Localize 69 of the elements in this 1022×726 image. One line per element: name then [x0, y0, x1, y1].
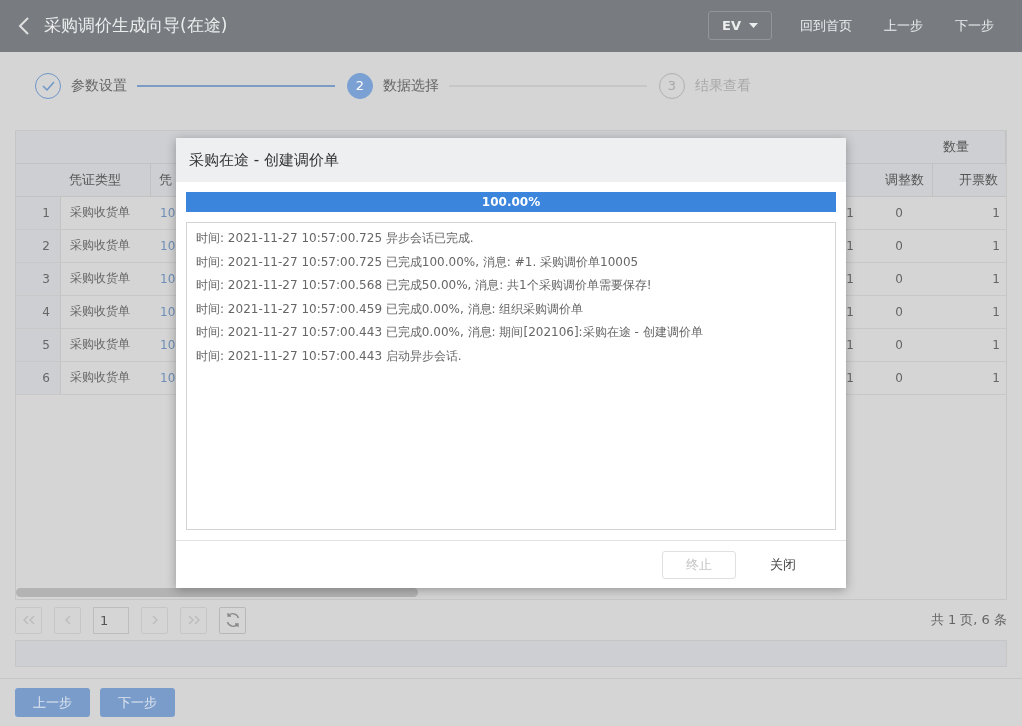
- step-button[interactable]: 下一步: [100, 688, 175, 717]
- row-number: 6: [16, 361, 61, 395]
- table-cell: 0: [855, 361, 933, 395]
- table-cell: 1: [847, 229, 855, 263]
- step-button[interactable]: 上一步: [15, 688, 90, 717]
- table-cell: 0: [855, 229, 933, 263]
- table-cell: 1: [847, 328, 855, 362]
- log-line: 时间: 2021-11-27 10:57:00.568 已完成50.00%, 消息: 共1个采购调价单需要保存!: [196, 277, 653, 294]
- double-chevron-left-icon: [22, 615, 35, 626]
- page-title: 采购调价生成向导(在途): [44, 14, 229, 38]
- chevron-left-icon: [64, 615, 71, 626]
- table-cell: 0: [855, 196, 933, 230]
- table-cell: 0: [855, 262, 933, 296]
- first-page-button[interactable]: [15, 606, 42, 634]
- check-icon: [41, 80, 55, 91]
- log-line: 时间: 2021-11-27 10:57:00.725 已完成100.00%, 消息: #1. 采购调价单10005: [196, 253, 640, 271]
- table-cell: 1: [933, 196, 1006, 230]
- column-header: 开票数: [933, 163, 1006, 197]
- back-icon[interactable]: [18, 15, 30, 36]
- header-link-button[interactable]: 下一步: [939, 16, 1010, 35]
- next-page-button[interactable]: [141, 606, 168, 634]
- table-cell: 采购收货单: [61, 229, 151, 263]
- step-label: 数据选择: [383, 76, 439, 95]
- table-cell: 1: [933, 295, 1006, 329]
- table-cell: 采购收货单: [61, 196, 151, 230]
- chevron-right-icon: [151, 615, 158, 626]
- header-link-button[interactable]: 回到首页: [784, 16, 868, 35]
- log-line: 时间: 2021-11-27 10:57:00.459 已完成0.00%, 消息: 组织采购调价单: [196, 300, 585, 318]
- column-header: 凭: [151, 163, 177, 197]
- log-line: 时间: 2021-11-27 10:57:00.725 异步会话已完成.: [196, 230, 475, 247]
- progress-text: 100.00%: [480, 194, 542, 211]
- step-label: 参数设置: [71, 76, 127, 95]
- table-cell: 1: [847, 361, 855, 395]
- refresh-button[interactable]: [219, 606, 246, 634]
- table-cell: 采购收货单: [61, 361, 151, 395]
- page-summary: 共 1 页, 6 条: [930, 611, 1007, 630]
- column-group-header: 数量: [855, 130, 1006, 164]
- table-cell: 采购收货单: [61, 262, 151, 296]
- table-cell: 0: [855, 328, 933, 362]
- log-line: 时间: 2021-11-27 10:57:00.443 启动异步会话.: [196, 347, 463, 365]
- dialog-title: 采购在途 - 创建调价单: [176, 138, 846, 182]
- row-number: 1: [16, 196, 61, 230]
- row-number: 4: [16, 295, 61, 329]
- log-line: 时间: 2021-11-27 10:57:00.443 已完成0.00%, 消息: 期间[202106]:采购在途 - 创建调价单: [196, 324, 704, 341]
- table-cell: 1: [933, 361, 1006, 395]
- header-link-button[interactable]: 上一步: [868, 16, 939, 35]
- row-number: 2: [16, 229, 61, 263]
- row-number: 5: [16, 328, 61, 362]
- caret-icon: [748, 23, 758, 29]
- ev-menu-button[interactable]: EV: [708, 11, 772, 41]
- double-chevron-right-icon: [187, 615, 200, 626]
- table-cell: 1: [847, 196, 855, 230]
- last-page-button[interactable]: [180, 606, 207, 634]
- table-cell: 采购收货单: [61, 295, 151, 329]
- table-cell: 1: [847, 295, 855, 329]
- table-cell: 1: [847, 262, 855, 296]
- step-indicator: 2: [347, 72, 373, 99]
- refresh-icon: [224, 612, 241, 629]
- table-cell: 1: [933, 262, 1006, 296]
- page-input[interactable]: 1: [93, 606, 129, 634]
- scrollbar-thumb[interactable]: [16, 588, 418, 598]
- table-cell: 1: [933, 229, 1006, 263]
- table-cell: 0: [855, 295, 933, 329]
- table-cell: 1: [933, 328, 1006, 362]
- column-header: 调整数: [855, 163, 933, 197]
- column-header: 凭证类型: [61, 163, 151, 197]
- previous-page-button[interactable]: [54, 606, 81, 634]
- table-cell: 采购收货单: [61, 328, 151, 362]
- row-number: 3: [16, 262, 61, 296]
